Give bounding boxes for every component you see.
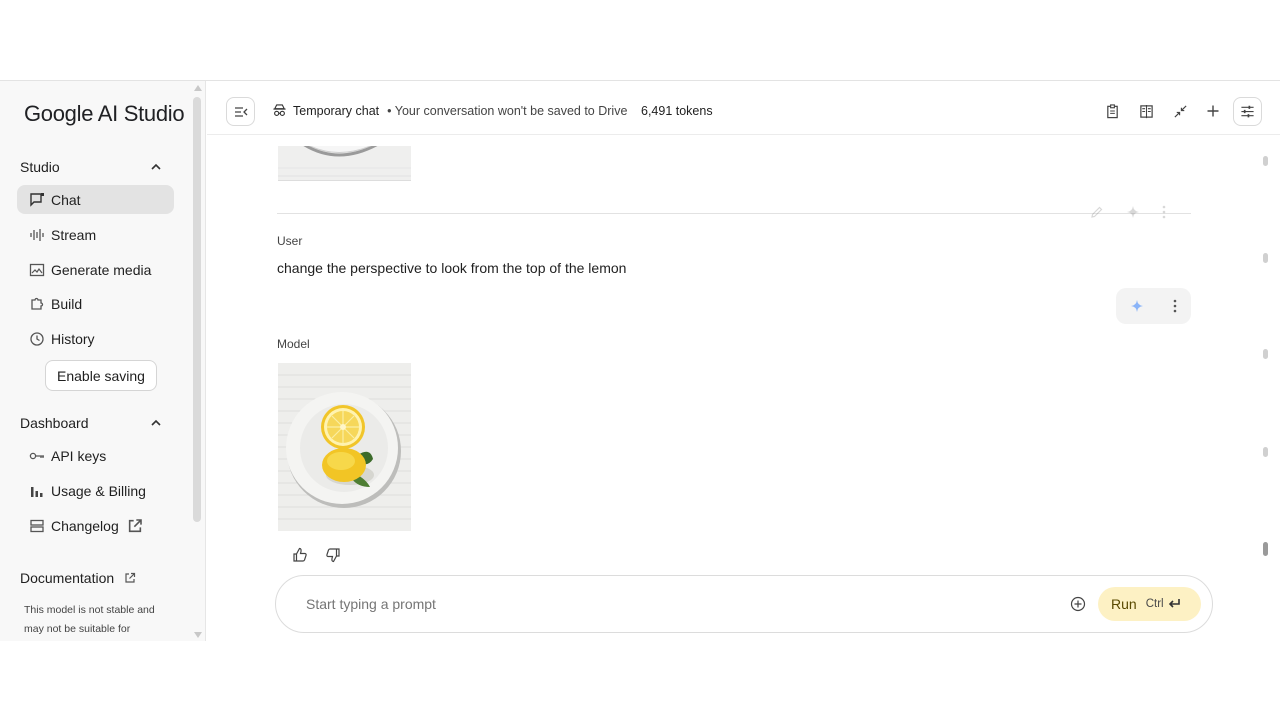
faint-turn-actions [1090, 199, 1190, 225]
sidebar-item-label: Generate media [51, 261, 152, 278]
sidebar-item-generate-media[interactable]: Generate media [17, 255, 174, 284]
sidebar-item-label: Usage & Billing [51, 482, 146, 499]
plus-icon [1207, 105, 1219, 117]
studio-section-label: Studio [20, 159, 60, 175]
clipboard-icon [1106, 103, 1118, 118]
previous-model-image[interactable] [278, 146, 411, 181]
list-icon [30, 519, 44, 532]
sparkle-icon [1127, 206, 1139, 218]
temporary-chat-indicator[interactable]: Temporary chat • Your conversation won't… [272, 103, 627, 118]
top-bar: Temporary chat • Your conversation won't… [207, 81, 1280, 135]
documentation-link[interactable]: Documentation [20, 570, 136, 586]
external-link-icon [128, 518, 142, 532]
studio-section-header[interactable]: Studio [20, 159, 170, 175]
sidebar-item-stream[interactable]: Stream [17, 220, 174, 249]
sidebar-item-label: Chat [51, 191, 81, 208]
new-chat-button[interactable] [1204, 102, 1222, 120]
temporary-chat-note: • Your conversation won't be saved to Dr… [387, 103, 628, 118]
dashboard-section-label: Dashboard [20, 415, 89, 431]
user-role-label: User [277, 234, 303, 248]
sidebar-item-changelog[interactable]: Changelog [17, 511, 174, 540]
history-icon [30, 331, 44, 346]
scroll-marker [1263, 447, 1268, 457]
external-link-icon [125, 572, 136, 583]
add-media-icon[interactable] [1070, 596, 1086, 612]
scroll-marker [1263, 349, 1268, 359]
enable-saving-button[interactable]: Enable saving [45, 360, 157, 391]
compress-button[interactable] [1171, 102, 1189, 120]
clipboard-button[interactable] [1103, 102, 1121, 120]
tune-icon [1241, 105, 1254, 118]
turn-divider [277, 213, 1191, 214]
sidebar-item-label: History [51, 330, 95, 347]
enter-key-icon [1168, 599, 1180, 608]
compare-button[interactable] [1137, 102, 1155, 120]
sidebar-item-usage-billing[interactable]: Usage & Billing [17, 476, 174, 505]
collapse-sidebar-button[interactable] [226, 97, 255, 126]
chat-icon [30, 192, 44, 207]
image-icon [29, 263, 45, 276]
message-actions [1116, 288, 1191, 324]
sparkle-icon[interactable] [1130, 299, 1144, 313]
edit-icon [1091, 206, 1103, 218]
sidebar-item-label: Stream [51, 226, 97, 243]
run-settings-button[interactable] [1233, 97, 1262, 126]
sidebar-item-chat[interactable]: Chat [17, 185, 174, 214]
waveform-icon [30, 228, 44, 241]
thumbs-up-icon[interactable] [292, 547, 308, 563]
prompt-input[interactable] [306, 596, 1006, 612]
scroll-marker [1263, 156, 1268, 166]
puzzle-icon [31, 297, 44, 310]
run-button[interactable]: Run Ctrl [1098, 587, 1201, 621]
sidebar-item-label: Build [51, 295, 83, 312]
model-role-label: Model [277, 337, 310, 351]
scroll-up-arrow[interactable] [194, 85, 202, 91]
bar-chart-icon [31, 486, 43, 497]
chat-scroll-thumb[interactable] [1263, 542, 1268, 556]
incognito-icon [273, 104, 286, 116]
compress-arrows-icon [1173, 104, 1187, 118]
token-count: 6,491 tokens [641, 104, 713, 118]
user-message: change the perspective to look from the … [277, 260, 627, 276]
key-icon [29, 452, 44, 459]
scroll-marker [1263, 253, 1268, 263]
collapse-menu-icon [234, 106, 247, 117]
thumbs-down-icon[interactable] [325, 547, 341, 563]
sidebar-item-label: API keys [51, 447, 107, 464]
sidebar-item-api-keys[interactable]: API keys [17, 441, 174, 470]
run-shortcut: Ctrl [1145, 598, 1164, 610]
lemon-plate-image [278, 363, 411, 531]
chevron-up-icon [151, 419, 161, 426]
logo: Google AI Studio [24, 101, 185, 126]
app: Google AI Studio Studio Chat Stream Gene… [0, 80, 1280, 641]
more-vert-icon [1162, 205, 1166, 219]
documentation-label: Documentation [20, 570, 115, 586]
model-stability-note: This model is not stable and may not be … [24, 604, 155, 635]
sidebar: Google AI Studio Studio Chat Stream Gene… [0, 81, 206, 641]
scroll-down-arrow[interactable] [194, 632, 202, 638]
prompt-box: Run Ctrl [275, 575, 1213, 633]
sidebar-item-history[interactable]: History [17, 324, 174, 353]
sidebar-item-build[interactable]: Build [17, 289, 174, 318]
run-label: Run [1111, 596, 1137, 612]
generated-lemon-image[interactable] [278, 363, 411, 531]
chevron-up-icon [151, 163, 161, 170]
sidebar-scrollbar[interactable] [193, 97, 201, 522]
more-vert-icon[interactable] [1173, 299, 1177, 313]
dashboard-section-header[interactable]: Dashboard [20, 415, 170, 431]
compare-icon [1139, 104, 1153, 118]
plate-image-crop [278, 146, 411, 180]
sidebar-item-label: Changelog [51, 517, 119, 534]
temporary-chat-label: Temporary chat [293, 103, 380, 118]
